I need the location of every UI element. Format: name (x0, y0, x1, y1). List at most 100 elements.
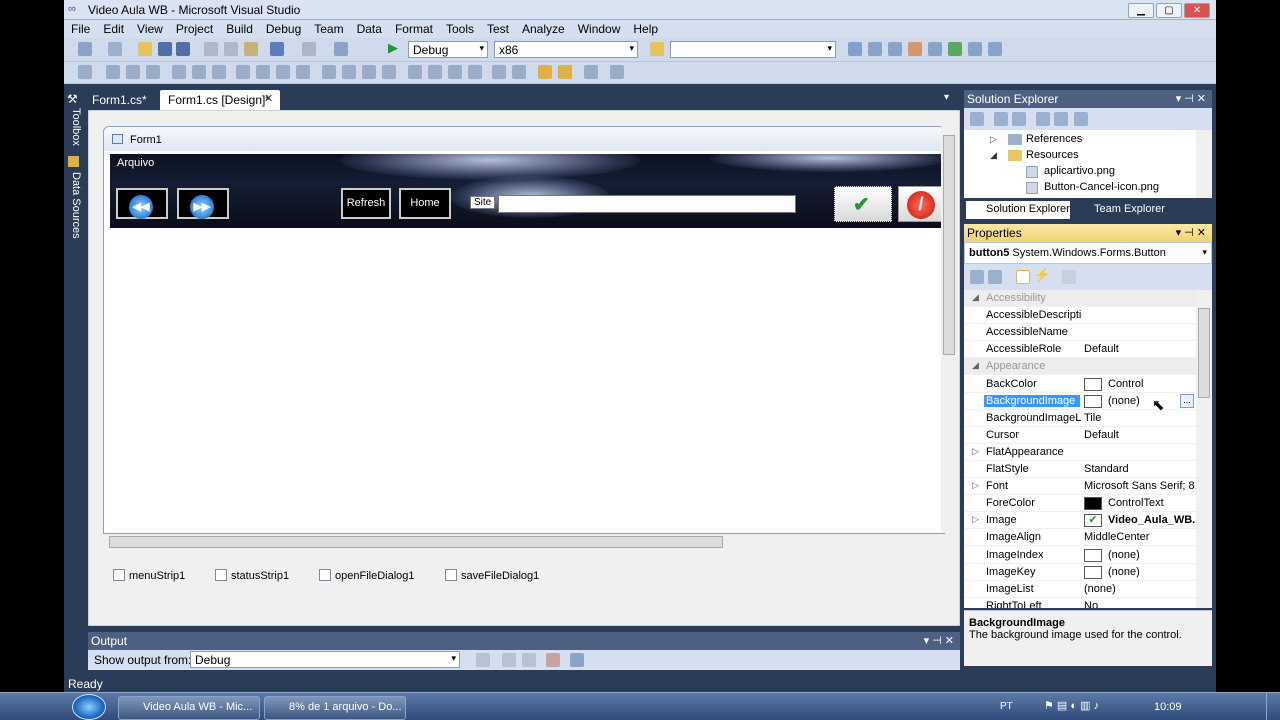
property-row[interactable]: BackColor Control (964, 376, 1208, 393)
home-button[interactable]: Home (399, 188, 451, 219)
copy-icon[interactable] (224, 42, 238, 56)
property-value[interactable]: Tile (1084, 412, 1196, 424)
menu-analyze[interactable]: Analyze (515, 20, 571, 37)
property-row[interactable]: AccessibleRole Default (964, 341, 1208, 359)
toolbox-tab-icon[interactable]: ⚒ (67, 92, 78, 106)
hspacing-decrease-icon[interactable] (362, 65, 376, 79)
output-source-select[interactable]: Debug (190, 651, 460, 668)
object-browser-icon[interactable] (888, 42, 902, 56)
sol-refresh-icon[interactable] (1012, 112, 1026, 126)
menu-data[interactable]: Data (350, 20, 388, 37)
align-grid-icon[interactable] (78, 65, 92, 79)
alphabetical-icon[interactable] (988, 270, 1002, 284)
tab-form1-code[interactable]: Form1.cs* (84, 90, 155, 110)
hspacing-remove-icon[interactable] (382, 65, 396, 79)
tree-item-references[interactable]: References (1026, 133, 1082, 145)
property-row[interactable]: AccessibleName (964, 324, 1208, 342)
sol-properties-icon[interactable] (970, 112, 984, 126)
new-project-icon[interactable] (78, 42, 92, 56)
events-lightning-icon[interactable]: ⚡ (1034, 267, 1050, 282)
property-value[interactable]: No (1084, 600, 1196, 608)
property-row[interactable]: BackgroundImageL Tile (964, 410, 1208, 427)
output-window-controls[interactable]: ▾ ⊣ ✕ (924, 634, 954, 647)
property-value[interactable]: Video_Aula_WB.P (1108, 514, 1198, 526)
start-page-icon[interactable] (948, 42, 962, 56)
back-button[interactable]: ◀◀ (116, 188, 168, 219)
menu-help[interactable]: Help (626, 20, 664, 37)
save-all-icon[interactable] (176, 42, 190, 56)
vspacing-decrease-icon[interactable] (448, 65, 462, 79)
property-row[interactable]: FlatStyle Standard (964, 461, 1208, 478)
tree-item-resources[interactable]: Resources (1026, 149, 1079, 161)
extension-manager-icon[interactable] (928, 42, 942, 56)
properties-icon[interactable] (868, 42, 882, 56)
send-to-back-icon[interactable] (558, 65, 572, 79)
tree-item-aplicartivo[interactable]: aplicartivo.png (1044, 165, 1115, 177)
property-expand-icon[interactable]: ▷ (972, 446, 979, 457)
property-row[interactable]: ImageIndex (none) (964, 547, 1208, 564)
navigate-icon[interactable] (334, 42, 348, 56)
cut-icon[interactable] (204, 42, 218, 56)
component-openfiledialog[interactable]: openFileDialog1 (319, 569, 415, 582)
forward-button[interactable]: ▶▶ (177, 188, 229, 219)
property-row[interactable]: ▷ FlatAppearance (964, 444, 1208, 461)
tree-collapse-icon[interactable]: ◢ (990, 150, 997, 161)
component-menustrip[interactable]: menuStrip1 (113, 569, 185, 582)
property-row[interactable]: AccessibleDescriptio (964, 307, 1208, 325)
solution-platform-select[interactable]: x86 (494, 41, 638, 58)
property-category[interactable]: ◢ Appearance (964, 358, 1208, 376)
menu-test[interactable]: Test (480, 20, 515, 37)
property-expand-icon[interactable]: ▷ (972, 514, 979, 525)
solution-config-select[interactable]: Debug (408, 41, 488, 58)
property-row[interactable]: Cursor Default (964, 427, 1208, 444)
menu-window[interactable]: Window (571, 20, 627, 37)
sol-show-all-icon[interactable] (994, 112, 1008, 126)
tree-expand-icon[interactable]: ▷ (990, 134, 997, 145)
center-horizontally-icon[interactable] (492, 65, 506, 79)
tab-dropdown-icon[interactable]: ▾ (944, 92, 949, 103)
find-message-icon[interactable] (476, 653, 490, 667)
sol-view-designer-icon[interactable] (1054, 112, 1068, 126)
property-row[interactable]: ImageList (none) (964, 581, 1208, 598)
refresh-button[interactable]: Refresh (341, 188, 391, 219)
toolbox-tab[interactable]: Toolbox (66, 108, 82, 146)
word-wrap-icon[interactable] (570, 653, 584, 667)
properties-view-icon[interactable] (1016, 270, 1030, 284)
designer-vscroll-thumb[interactable] (943, 135, 955, 355)
menu-arquivo[interactable]: Arquivo (117, 157, 154, 169)
taskbar-item-download[interactable]: 8% de 1 arquivo - Do... (264, 696, 406, 720)
category-collapse-icon[interactable]: ◢ (972, 292, 979, 303)
category-collapse-icon[interactable]: ◢ (972, 360, 979, 371)
property-value[interactable]: Control (1108, 378, 1198, 390)
property-grid-scrollbar[interactable] (1196, 290, 1212, 608)
properties-window-controls[interactable]: ▾ ⊣ ✕ (1176, 226, 1206, 239)
close-tab-icon[interactable]: ✕ (264, 92, 273, 105)
start-orb-icon[interactable] (72, 694, 106, 720)
tree-item-button-cancel[interactable]: Button-Cancel-icon.png (1044, 181, 1159, 193)
tab-form1-design[interactable]: Form1.cs [Design]* (160, 90, 280, 110)
clear-all-icon[interactable] (546, 653, 560, 667)
property-row[interactable]: ▷ Font Microsoft Sans Serif; 8,2 (964, 478, 1208, 496)
property-value[interactable]: Microsoft Sans Serif; 8,2 (1084, 480, 1196, 492)
same-width-icon[interactable] (236, 65, 250, 79)
tab-solution-explorer[interactable]: Solution Explorer (966, 201, 1070, 219)
paste-icon[interactable] (244, 42, 258, 56)
tab-team-explorer[interactable]: Team Explorer (1076, 201, 1165, 215)
vspacing-equal-icon[interactable] (408, 65, 422, 79)
property-row[interactable]: RightToLeft No (964, 598, 1208, 608)
solution-explorer-window-controls[interactable]: ▾ ⊣ ✕ (1176, 92, 1206, 105)
hspacing-equal-icon[interactable] (322, 65, 336, 79)
command-window-icon[interactable] (968, 42, 982, 56)
property-row[interactable]: BackgroundImage (none)... (964, 393, 1208, 410)
property-value[interactable]: (none) (1108, 549, 1198, 561)
close-button[interactable]: ✕ (1184, 3, 1210, 18)
solution-explorer-icon[interactable] (848, 42, 862, 56)
menu-edit[interactable]: Edit (96, 20, 130, 37)
data-sources-tab[interactable]: Data Sources (66, 172, 82, 239)
show-desktop-button[interactable] (1266, 693, 1280, 720)
taskbar-item-vs[interactable]: Video Aula WB - Mic... (118, 696, 260, 720)
next-message-icon[interactable] (522, 653, 536, 667)
menu-team[interactable]: Team (307, 20, 349, 37)
size-to-grid-icon[interactable] (296, 65, 310, 79)
align-middles-icon[interactable] (192, 65, 206, 79)
